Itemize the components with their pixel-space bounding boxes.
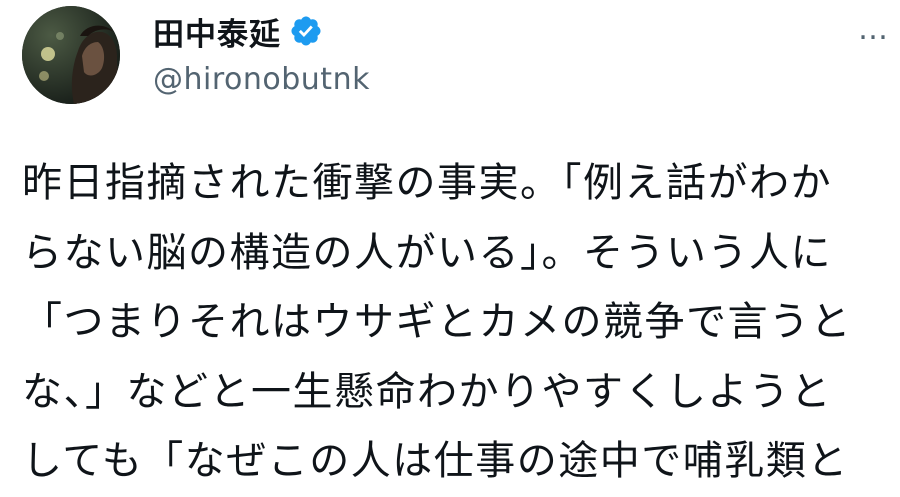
handle[interactable]: @hironobutnk	[153, 62, 370, 97]
tweet-line: らない脳の構造の人がいる」。そういう人に	[22, 229, 832, 276]
display-name[interactable]: 田中泰延	[153, 9, 281, 54]
tweet-line: な、」などと一生懸命わかりやすくしようと	[22, 368, 832, 415]
tweet-line: 昨日指摘された衝撃の事実。「例え話がわか	[22, 160, 832, 206]
tweet-text: 昨日指摘された衝撃の事実。「例え話がわか らない脳の構造の人がいる」。そういう人…	[22, 149, 892, 497]
avatar[interactable]	[22, 6, 120, 104]
tweet-line: しても「なぜこの人は仕事の途中で哺乳類と	[22, 438, 849, 484]
more-dots-icon[interactable]: …	[858, 15, 888, 45]
verified-check-icon	[289, 14, 323, 48]
avatar-photo-icon	[22, 6, 120, 104]
tweet-line: 「つまりそれはウサギとカメの競争で言うと	[22, 299, 852, 345]
author-name-row: 田中泰延	[153, 9, 323, 54]
